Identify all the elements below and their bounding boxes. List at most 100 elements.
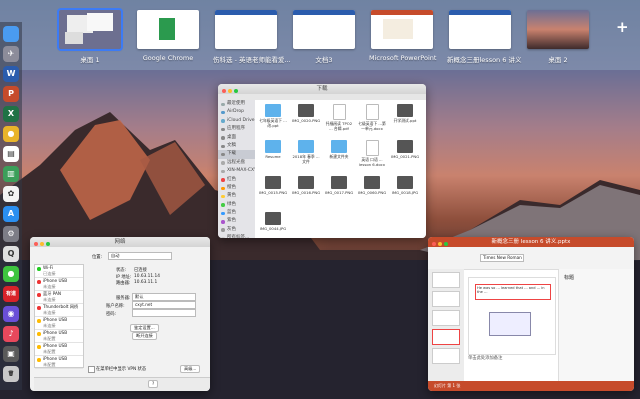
zoom-button[interactable] xyxy=(444,242,448,246)
file-item[interactable]: 七年级英语下 ...改.ppt xyxy=(259,104,287,128)
sidebar-item[interactable]: 下载 xyxy=(218,150,255,159)
app-icon[interactable]: ▣ xyxy=(3,346,19,362)
show-vpn-checkbox[interactable] xyxy=(88,366,95,373)
sidebar-item[interactable]: 桌面 xyxy=(218,134,255,142)
sidebar-item[interactable]: 黄色 xyxy=(218,192,255,200)
sidebar-item[interactable]: XIN-MAX-CXY xyxy=(218,167,257,175)
network-interface[interactable]: iPhone USB 未配置 xyxy=(35,343,83,356)
slide-canvas[interactable]: He was so ... learned that ... and ... i… xyxy=(468,277,556,355)
close-button[interactable] xyxy=(222,89,226,93)
close-button[interactable] xyxy=(34,242,38,246)
sidebar-item[interactable]: 蓝色 xyxy=(218,209,255,217)
powerpoint-window[interactable]: 新概念三册 lesson 6 讲义.pptx Times New Roman H… xyxy=(428,237,634,391)
preferences-icon[interactable]: ⚙ xyxy=(3,226,19,242)
appstore-icon[interactable]: A xyxy=(3,206,19,222)
network-interface[interactable]: Thunderbolt 网桥 未连接 xyxy=(35,304,83,317)
sidebar-item[interactable]: iCloud Drive xyxy=(218,117,255,125)
space-lesson-document[interactable]: 新概念三册lesson 6 讲义 xyxy=(447,10,521,64)
file-item[interactable]: 2018年 春季 ...文件 xyxy=(292,140,320,164)
siri-icon[interactable]: ◉ xyxy=(3,306,19,322)
file-item[interactable]: IMG_0020.PNG xyxy=(292,104,320,124)
file-item[interactable]: IMG_0017.PNG xyxy=(325,176,353,196)
sidebar-item[interactable]: 紫色 xyxy=(218,217,255,225)
file-item[interactable]: 新建文件夹 xyxy=(325,140,353,160)
sidebar-item[interactable]: 所有标签... xyxy=(218,234,255,238)
file-item[interactable]: IMG_0016.PNG xyxy=(292,176,320,196)
space-powerpoint[interactable]: Microsoft PowerPoint xyxy=(369,10,436,62)
sidebar-item[interactable]: 最近使用 xyxy=(218,100,255,108)
slide-thumbnail[interactable] xyxy=(432,310,460,326)
close-button[interactable] xyxy=(432,242,436,246)
disconnect-button[interactable]: 断开连接 xyxy=(132,332,157,340)
add-space-button[interactable]: + xyxy=(616,18,629,36)
trash-icon[interactable]: 🗑 xyxy=(3,366,19,382)
server-select[interactable]: 默认 xyxy=(132,293,196,301)
finder-icon[interactable] xyxy=(3,26,19,42)
password-field[interactable] xyxy=(132,309,196,317)
sidebar-item[interactable]: 橙色 xyxy=(218,184,255,192)
zoom-button[interactable] xyxy=(234,89,238,93)
photos-icon[interactable]: ✿ xyxy=(3,186,19,202)
qq-icon[interactable]: Q xyxy=(3,246,19,262)
slide-thumbnail[interactable] xyxy=(432,291,460,307)
wechat-icon[interactable]: ● xyxy=(3,266,19,282)
network-titlebar[interactable]: 网络 xyxy=(30,237,210,247)
space-word-document[interactable]: 文档3 xyxy=(291,10,357,64)
network-interface[interactable]: iPhone USB 未连接 xyxy=(35,317,83,330)
ppt-titlebar[interactable]: 新概念三册 lesson 6 讲义.pptx xyxy=(428,237,634,247)
auth-settings-button[interactable]: 鉴定设置... xyxy=(130,324,159,332)
chrome-icon[interactable]: ● xyxy=(3,126,19,142)
file-item[interactable]: IMG_0015.PNG xyxy=(259,176,287,196)
sidebar-item[interactable]: 远程光盘 xyxy=(218,159,255,167)
file-item[interactable]: 托福阅读 TPO2 ... 合辑.pdf xyxy=(325,104,353,131)
file-item[interactable]: Resume xyxy=(259,140,287,160)
file-item[interactable]: 开学测试.ppt xyxy=(391,104,419,124)
minimize-button[interactable] xyxy=(438,242,442,246)
slide-thumbnail[interactable] xyxy=(432,348,460,364)
file-item[interactable]: IMG_0018.JPG xyxy=(391,176,419,196)
location-select[interactable]: 自动 xyxy=(108,252,172,260)
finder-titlebar[interactable]: 下载 xyxy=(218,84,426,94)
file-item[interactable]: 七级英语下 ...第一单元.docx xyxy=(358,104,386,131)
space-document-app[interactable]: 伤科选 - 英语老师能看爱... xyxy=(213,10,291,64)
account-field[interactable]: cxyt.net xyxy=(132,301,196,309)
network-interface[interactable]: Wi-Fi 已连接 xyxy=(35,265,83,278)
file-item[interactable]: 英语 口语 ... lesson 6.docx xyxy=(358,140,386,167)
minimize-button[interactable] xyxy=(40,242,44,246)
music-icon[interactable]: ♪ xyxy=(3,326,19,342)
minimize-button[interactable] xyxy=(228,89,232,93)
slide-thumbnail-selected[interactable] xyxy=(432,329,460,345)
network-interface[interactable]: iPhone USB 未配置 xyxy=(35,356,83,369)
space-google-chrome[interactable]: Google Chrome xyxy=(135,10,201,62)
space-desktop-1[interactable]: 桌面 1 xyxy=(57,8,123,64)
file-item[interactable]: IMG_0060.PNG xyxy=(358,176,386,196)
network-interface[interactable]: 蓝牙 PAN 未连接 xyxy=(35,291,83,304)
slide-thumbnail[interactable] xyxy=(432,272,460,288)
sidebar-item[interactable]: 应用程序 xyxy=(218,125,255,133)
sidebar-item[interactable]: 灰色 xyxy=(218,226,255,234)
network-preferences-window[interactable]: 网络 位置: 自动 Wi-Fi 已连接 iPhone USB 未连接 蓝牙 PAN 未连接… xyxy=(30,237,210,391)
excel-icon[interactable]: X xyxy=(3,106,19,122)
network-interface[interactable]: iPhone USB 未连接 xyxy=(35,278,83,291)
zoom-button[interactable] xyxy=(46,242,50,246)
font-select[interactable]: Times New Roman xyxy=(480,254,524,262)
file-item[interactable]: IMG_0021.PNG xyxy=(391,140,419,160)
sidebar-item[interactable]: 红色 xyxy=(218,176,255,184)
help-button[interactable]: ? xyxy=(148,380,159,388)
slide-textbox[interactable]: He was so ... learned that ... and ... i… xyxy=(475,284,551,300)
stats-icon[interactable]: ▥ xyxy=(3,166,19,182)
youdao-icon[interactable]: 有道 xyxy=(3,286,19,302)
sidebar-item[interactable]: AirDrop xyxy=(218,108,255,116)
file-item[interactable]: IMG_0044.JPG xyxy=(259,212,287,232)
calendar-icon[interactable]: ▤ xyxy=(3,146,19,162)
space-desktop-2[interactable]: 桌面 2 xyxy=(525,10,591,64)
sidebar-item[interactable]: 绿色 xyxy=(218,201,255,209)
slide-image[interactable] xyxy=(489,312,531,336)
notes-area[interactable]: 单击此处添加备注 xyxy=(468,355,554,361)
finder-window[interactable]: 下载 最近使用 AirDrop iCloud Drive 应用程序 桌面 文稿 下载 远程光盘… xyxy=(218,84,426,238)
sidebar-item[interactable]: 文稿 xyxy=(218,142,255,150)
network-interface[interactable]: iPhone USB 未配置 xyxy=(35,330,83,343)
powerpoint-icon[interactable]: P xyxy=(3,86,19,102)
word-icon[interactable]: W xyxy=(3,66,19,82)
rocket-icon[interactable]: ✈ xyxy=(3,46,19,62)
